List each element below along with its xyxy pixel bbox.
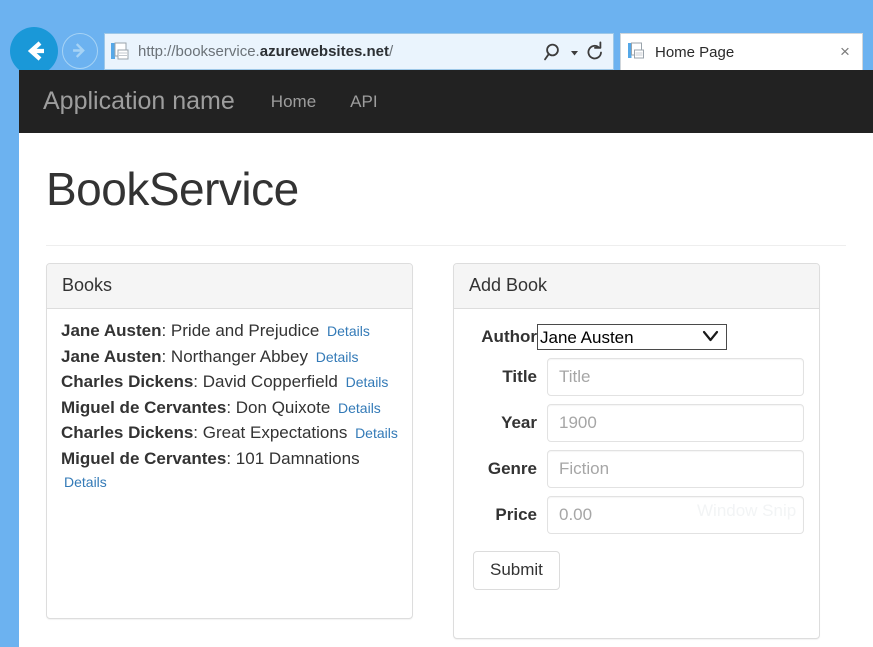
book-details-link[interactable]: Details xyxy=(327,323,370,339)
address-url: http://bookservice.azurewebsites.net/ xyxy=(131,43,542,60)
books-panel: Books Jane Austen: Pride and Prejudice D… xyxy=(46,263,413,619)
book-author: Charles Dickens xyxy=(61,372,193,391)
title-label: Title xyxy=(473,367,547,387)
nav-link-home[interactable]: Home xyxy=(271,92,316,112)
page-document-icon xyxy=(109,40,131,64)
book-details-link[interactable]: Details xyxy=(338,400,381,416)
author-select-wrap: Jane AustenCharles DickensMiguel de Cerv… xyxy=(537,324,727,350)
book-title: Don Quixote xyxy=(236,398,331,417)
form-row-year: Year xyxy=(473,404,804,442)
search-icon[interactable] xyxy=(542,39,566,65)
book-title: David Copperfield xyxy=(203,372,338,391)
chevron-down-icon[interactable] xyxy=(568,40,581,64)
book-separator: : xyxy=(193,372,202,391)
book-list-item: Charles Dickens: David Copperfield Detai… xyxy=(61,370,398,395)
refresh-icon[interactable] xyxy=(583,39,607,65)
submit-button[interactable]: Submit xyxy=(473,551,560,590)
add-book-panel-heading: Add Book xyxy=(454,264,819,309)
panels-row: Books Jane Austen: Pride and Prejudice D… xyxy=(46,263,873,639)
book-list-item: Charles Dickens: Great Expectations Deta… xyxy=(61,421,398,446)
price-label: Price xyxy=(473,505,547,525)
book-author: Miguel de Cervantes xyxy=(61,398,226,417)
book-author: Charles Dickens xyxy=(61,423,193,442)
book-separator: : xyxy=(161,321,170,340)
book-separator: : xyxy=(226,398,235,417)
nav-link-api[interactable]: API xyxy=(350,92,377,112)
form-row-genre: Genre xyxy=(473,450,804,488)
tab-strip: Home Page × xyxy=(620,33,863,70)
forward-button[interactable] xyxy=(62,33,98,69)
tab-title: Home Page xyxy=(647,44,832,61)
book-separator: : xyxy=(226,449,235,468)
book-details-link[interactable]: Details xyxy=(316,349,359,365)
book-list-item: Miguel de Cervantes: 101 Damnations Deta… xyxy=(61,447,398,495)
add-book-form: Author Jane AustenCharles DickensMiguel … xyxy=(454,309,819,605)
form-row-price: Price xyxy=(473,496,804,534)
books-panel-title: Books xyxy=(62,275,397,296)
book-separator: : xyxy=(193,423,202,442)
books-list: Jane Austen: Pride and Prejudice Details… xyxy=(47,309,412,510)
form-row-title: Title xyxy=(473,358,804,396)
book-title: Pride and Prejudice xyxy=(171,321,319,340)
book-list-item: Jane Austen: Pride and Prejudice Details xyxy=(61,319,398,344)
form-fields: Title Year Genre Price xyxy=(473,358,804,534)
book-details-link[interactable]: Details xyxy=(64,474,107,490)
year-input[interactable] xyxy=(547,404,804,442)
book-author: Miguel de Cervantes xyxy=(61,449,226,468)
page-document-icon xyxy=(627,41,647,63)
book-list-item: Miguel de Cervantes: Don Quixote Details xyxy=(61,396,398,421)
url-prefix: http://bookservice. xyxy=(138,43,260,60)
browser-window: http://bookservice.azurewebsites.net/ xyxy=(0,0,873,647)
book-list-item: Jane Austen: Northanger Abbey Details xyxy=(61,345,398,370)
book-details-link[interactable]: Details xyxy=(346,374,389,390)
genre-input[interactable] xyxy=(547,450,804,488)
book-separator: : xyxy=(161,347,170,366)
year-label: Year xyxy=(473,413,547,433)
heading-divider xyxy=(46,245,846,246)
url-domain: azurewebsites.net xyxy=(260,43,389,60)
address-bar-icons xyxy=(542,39,613,65)
page-viewport: Application name Home API BookService Bo… xyxy=(19,70,873,647)
books-panel-heading: Books xyxy=(47,264,412,309)
site-navbar: Application name Home API xyxy=(19,70,873,133)
book-author: Jane Austen xyxy=(61,321,161,340)
forward-arrow-icon xyxy=(63,34,96,67)
price-input[interactable] xyxy=(547,496,804,534)
genre-label: Genre xyxy=(473,459,547,479)
tab-home-page[interactable]: Home Page × xyxy=(620,33,863,70)
book-details-link[interactable]: Details xyxy=(355,425,398,441)
back-arrow-icon xyxy=(10,27,58,75)
book-author: Jane Austen xyxy=(61,347,161,366)
book-title: Northanger Abbey xyxy=(171,347,308,366)
book-title: 101 Damnations xyxy=(236,449,360,468)
close-icon[interactable]: × xyxy=(832,39,858,65)
title-input[interactable] xyxy=(547,358,804,396)
back-button[interactable] xyxy=(10,27,58,75)
author-label: Author xyxy=(473,327,537,347)
add-book-panel-title: Add Book xyxy=(469,275,804,296)
url-suffix: / xyxy=(389,43,393,60)
book-title: Great Expectations xyxy=(203,423,348,442)
author-select[interactable]: Jane AustenCharles DickensMiguel de Cerv… xyxy=(537,324,727,350)
page-title: BookService xyxy=(46,162,873,216)
browser-titlebar: http://bookservice.azurewebsites.net/ xyxy=(0,0,873,76)
address-bar[interactable]: http://bookservice.azurewebsites.net/ xyxy=(104,33,614,70)
add-book-panel: Add Book Author Jane AustenCharles Dicke… xyxy=(453,263,820,639)
navbar-brand[interactable]: Application name xyxy=(43,87,235,116)
author-row: Author Jane AustenCharles DickensMiguel … xyxy=(473,324,804,350)
